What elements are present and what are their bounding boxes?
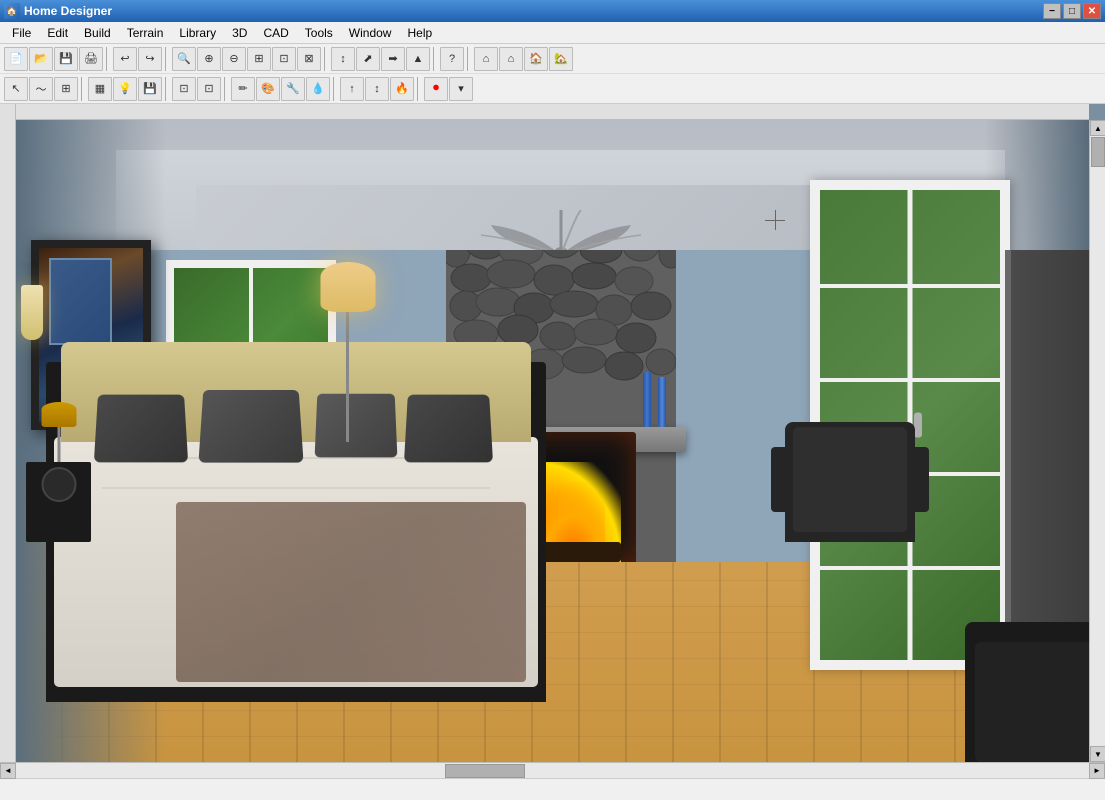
scroll-thumb[interactable] — [1091, 137, 1105, 167]
menu-library[interactable]: Library — [171, 24, 224, 42]
tb-redo[interactable]: ↪ — [138, 47, 162, 71]
pillow-3 — [315, 394, 398, 458]
hscroll-thumb[interactable] — [445, 764, 525, 778]
tb2-arrows[interactable]: ↕ — [365, 77, 389, 101]
nightstand-left — [26, 462, 91, 542]
tb2-grid[interactable]: ⊞ — [54, 77, 78, 101]
tb-up[interactable]: ↕ — [331, 47, 355, 71]
chair-bottom-right — [965, 622, 1105, 762]
tb-zoom-in[interactable]: ⊕ — [197, 47, 221, 71]
menu-file[interactable]: File — [4, 24, 39, 42]
menu-help[interactable]: Help — [399, 24, 440, 42]
room-scene — [16, 120, 1105, 762]
tb-house1[interactable]: ⌂ — [474, 47, 498, 71]
close-button[interactable]: ✕ — [1083, 3, 1101, 19]
title-bar-left: 🏠 Home Designer — [4, 3, 112, 19]
tb2-save2[interactable]: 💾 — [138, 77, 162, 101]
app-icon: 🏠 — [4, 3, 20, 19]
tb-right[interactable]: ➡ — [381, 47, 405, 71]
scroll-up-button[interactable]: ▲ — [1090, 120, 1105, 136]
scroll-track[interactable] — [1090, 136, 1105, 746]
toolbar2: ↖ 〜 ⊞ ▦ 💡 💾 ⊡ ⊡ ✏ 🎨 🔧 💧 ↑ ↕ 🔥 ⏺ ▾ — [0, 74, 1105, 104]
tb-sep3 — [324, 47, 328, 71]
tb2-light[interactable]: 💡 — [113, 77, 137, 101]
tb2-record[interactable]: ⏺ — [424, 77, 448, 101]
right-scrollbar[interactable]: ▲ ▼ — [1089, 120, 1105, 762]
tb2-wall[interactable]: ▦ — [88, 77, 112, 101]
tb2-box2[interactable]: ⊡ — [197, 77, 221, 101]
menu-build[interactable]: Build — [76, 24, 119, 42]
tb2-pen[interactable]: ✏ — [231, 77, 255, 101]
tb2-up[interactable]: ↑ — [340, 77, 364, 101]
tb-save[interactable]: 💾 — [54, 47, 78, 71]
tb-zoom[interactable]: 🔍 — [172, 47, 196, 71]
menu-terrain[interactable]: Terrain — [119, 24, 172, 42]
minimize-button[interactable]: − — [1043, 3, 1061, 19]
tb2-fire[interactable]: 🔥 — [390, 77, 414, 101]
tb-select[interactable]: ⊡ — [272, 47, 296, 71]
left-ruler — [0, 104, 16, 762]
menu-tools[interactable]: Tools — [297, 24, 341, 42]
tb-up2[interactable]: ▲ — [406, 47, 430, 71]
tb-fit[interactable]: ⊞ — [247, 47, 271, 71]
pillow-2 — [198, 390, 303, 463]
tb-undo[interactable]: ↩ — [113, 47, 137, 71]
tb2-select[interactable]: ↖ — [4, 77, 28, 101]
bottom-scrollbar[interactable]: ◄ ► — [0, 762, 1105, 778]
top-ruler — [16, 104, 1089, 120]
scroll-left-button[interactable]: ◄ — [0, 763, 16, 779]
title-bar-controls: − □ ✕ — [1043, 3, 1101, 19]
tb-house3[interactable]: 🏠 — [524, 47, 548, 71]
menu-3d[interactable]: 3D — [224, 24, 255, 42]
tb-help[interactable]: ? — [440, 47, 464, 71]
tb-diagonal[interactable]: ⬈ — [356, 47, 380, 71]
menu-bar: File Edit Build Terrain Library 3D CAD T… — [0, 22, 1105, 44]
tb-sep5 — [467, 47, 471, 71]
tb2-dropdown[interactable]: ▾ — [449, 77, 473, 101]
floor-lamp — [346, 312, 349, 442]
area-rug — [176, 502, 526, 682]
tb2-curve[interactable]: 〜 — [29, 77, 53, 101]
tb-print[interactable]: 🖨 — [79, 47, 103, 71]
tb-house2[interactable]: ⌂ — [499, 47, 523, 71]
menu-window[interactable]: Window — [341, 24, 400, 42]
cursor-crosshair — [765, 210, 785, 230]
pillow-4 — [404, 395, 493, 463]
maximize-button[interactable]: □ — [1063, 3, 1081, 19]
tb2-sep4 — [333, 77, 337, 101]
scroll-right-button[interactable]: ► — [1089, 763, 1105, 779]
tb2-water[interactable]: 💧 — [306, 77, 330, 101]
canvas-area[interactable]: ▲ ▼ — [16, 104, 1105, 762]
scroll-down-button[interactable]: ▼ — [1090, 746, 1105, 762]
tb2-sep5 — [417, 77, 421, 101]
hscroll-track[interactable] — [16, 763, 1089, 778]
sconce-left-upper — [21, 285, 43, 340]
menu-cad[interactable]: CAD — [255, 24, 296, 42]
window-title: Home Designer — [24, 4, 112, 18]
toolbar1: 📄 📂 💾 🖨 ↩ ↪ 🔍 ⊕ ⊖ ⊞ ⊡ ⊠ ↕ ⬈ ➡ ▲ ? ⌂ ⌂ 🏠 … — [0, 44, 1105, 74]
tb2-sep2 — [165, 77, 169, 101]
tb2-sep1 — [81, 77, 85, 101]
tb-sep4 — [433, 47, 437, 71]
tb-house4[interactable]: 🏡 — [549, 47, 573, 71]
candle-right2 — [643, 372, 651, 427]
tb-sep2 — [165, 47, 169, 71]
tb-new[interactable]: 📄 — [4, 47, 28, 71]
menu-edit[interactable]: Edit — [39, 24, 76, 42]
main-area: ▲ ▼ — [0, 104, 1105, 762]
candle-right — [658, 377, 666, 427]
tb2-color[interactable]: 🎨 — [256, 77, 280, 101]
title-bar: 🏠 Home Designer − □ ✕ — [0, 0, 1105, 22]
status-bar — [0, 778, 1105, 800]
tb-zoom-out[interactable]: ⊖ — [222, 47, 246, 71]
armchair — [785, 422, 915, 542]
clock — [41, 467, 76, 502]
pillow-1 — [94, 395, 188, 463]
tb-move[interactable]: ⊠ — [297, 47, 321, 71]
tb2-box[interactable]: ⊡ — [172, 77, 196, 101]
tb-open[interactable]: 📂 — [29, 47, 53, 71]
tb-sep1 — [106, 47, 110, 71]
tb2-tool[interactable]: 🔧 — [281, 77, 305, 101]
tb2-sep3 — [224, 77, 228, 101]
